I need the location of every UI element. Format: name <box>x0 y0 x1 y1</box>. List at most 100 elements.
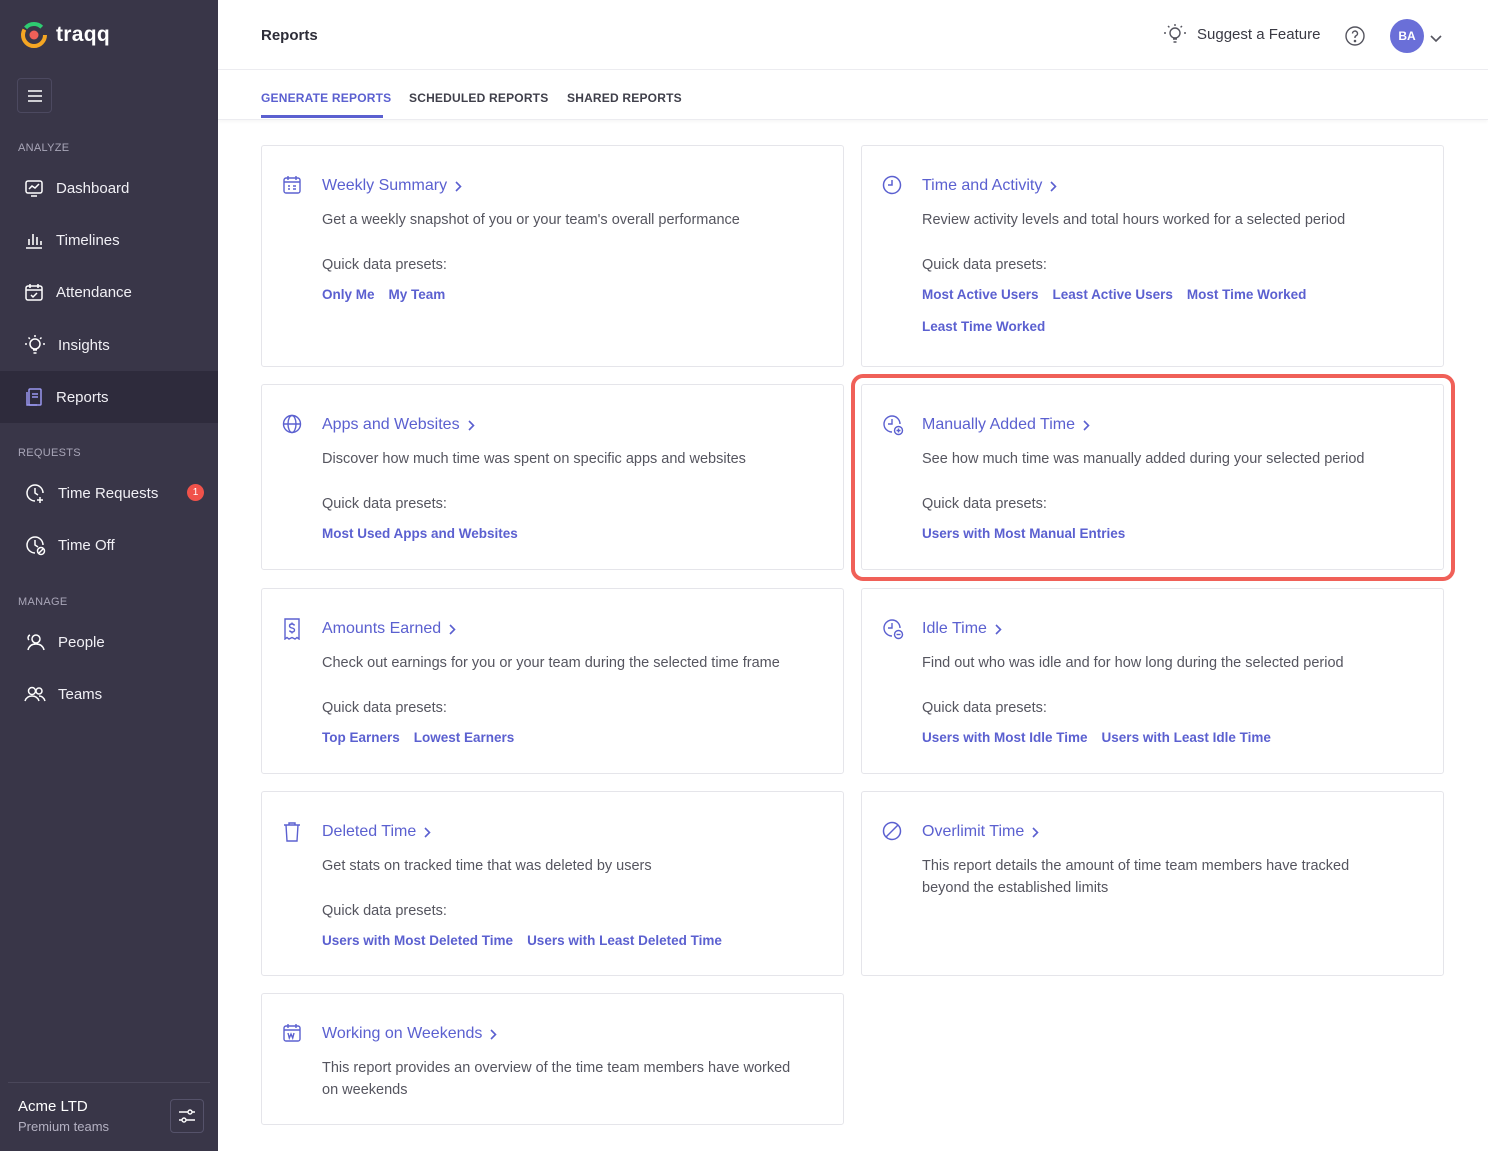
sidebar-item-label: Reports <box>56 388 109 406</box>
preset-link[interactable]: Least Time Worked <box>922 319 1045 334</box>
chevron-right-icon <box>1032 826 1039 838</box>
sidebar-item-timelines[interactable]: Timelines <box>0 214 218 266</box>
page-title: Reports <box>261 27 318 44</box>
report-title: Apps and Websites <box>322 416 460 433</box>
report-card-working-on-weekends: Working on Weekends This report provides… <box>261 993 844 1125</box>
reports-tabs: GENERATE REPORTS SCHEDULED REPORTS SHARE… <box>218 70 1488 120</box>
tab-shared-reports[interactable]: SHARED REPORTS <box>567 91 682 105</box>
sidebar-item-attendance[interactable]: Attendance <box>0 266 218 318</box>
report-card-amounts-earned: Amounts Earned Check out earnings for yo… <box>261 588 844 774</box>
hamburger-icon <box>27 89 42 102</box>
reports-icon <box>26 388 42 406</box>
sidebar-item-insights[interactable]: Insights <box>0 319 218 371</box>
preset-link[interactable]: Users with Least Idle Time <box>1102 730 1271 745</box>
sidebar: traqq ANALYZE Dashboard Timelines Attend… <box>0 0 218 1151</box>
report-title-link[interactable]: Overlimit Time <box>922 823 1039 841</box>
app-name: traqq <box>56 23 110 46</box>
sidebar-item-time-off[interactable]: Time Off <box>0 519 218 571</box>
preset-link[interactable]: Users with Most Deleted Time <box>322 933 513 948</box>
lightbulb-icon <box>1164 24 1186 43</box>
report-description: Review activity levels and total hours w… <box>922 212 1346 228</box>
tab-generate-reports[interactable]: GENERATE REPORTS <box>261 91 391 105</box>
globe-icon <box>282 414 302 434</box>
help-button[interactable] <box>1344 25 1366 52</box>
sidebar-item-dashboard[interactable]: Dashboard <box>0 162 218 214</box>
sidebar-item-label: Timelines <box>56 231 120 249</box>
report-title-link[interactable]: Amounts Earned <box>322 620 456 638</box>
preset-link[interactable]: Most Time Worked <box>1187 287 1307 302</box>
user-avatar[interactable]: BA <box>1390 19 1424 53</box>
preset-link[interactable]: My Team <box>389 287 446 302</box>
section-label-analyze: ANALYZE <box>18 142 70 154</box>
clock-add-icon <box>883 415 904 436</box>
presets-list: Most Used Apps and Websites <box>322 526 842 541</box>
calendar-list-icon <box>283 176 301 194</box>
sidebar-footer-divider <box>8 1082 210 1083</box>
suggest-feature-button[interactable]: Suggest a Feature <box>1163 22 1320 46</box>
report-card-idle-time: Idle Time Find out who was idle and for … <box>861 588 1444 774</box>
presets-list: Users with Most Deleted Time Users with … <box>322 933 842 948</box>
account-menu-toggle[interactable] <box>1430 30 1442 48</box>
report-description: This report details the amount of time t… <box>922 858 1350 896</box>
dashboard-icon <box>25 180 43 197</box>
report-card-apps-and-websites: Apps and Websites Discover how much time… <box>261 384 844 570</box>
preset-link[interactable]: Users with Most Idle Time <box>922 730 1088 745</box>
report-title-link[interactable]: Apps and Websites <box>322 416 475 434</box>
report-title: Amounts Earned <box>322 620 442 637</box>
sidebar-item-time-requests[interactable]: Time Requests <box>0 467 218 519</box>
menu-toggle-button[interactable] <box>17 78 52 113</box>
report-title: Idle Time <box>922 620 987 637</box>
report-card-weekly-summary: Weekly Summary Get a weekly snapshot of … <box>261 145 844 367</box>
sidebar-item-label: People <box>58 633 105 651</box>
trash-icon <box>284 822 300 842</box>
preset-link[interactable]: Lowest Earners <box>414 730 515 745</box>
presets-label: Quick data presets: <box>922 496 1047 512</box>
tab-scheduled-reports[interactable]: SCHEDULED REPORTS <box>409 91 548 105</box>
report-title: Working on Weekends <box>322 1025 483 1042</box>
prohibited-icon <box>882 821 902 841</box>
chevron-right-icon <box>995 623 1002 635</box>
app-logo[interactable]: traqq <box>20 18 110 52</box>
people-icon <box>27 634 45 651</box>
teams-icon <box>24 686 46 702</box>
presets-label: Quick data presets: <box>322 903 447 919</box>
presets-label: Quick data presets: <box>922 700 1047 716</box>
clock-icon <box>882 175 902 195</box>
clock-plus-icon <box>26 484 44 503</box>
report-title-link[interactable]: Weekly Summary <box>322 177 462 195</box>
chevron-right-icon <box>1050 180 1057 192</box>
report-title-link[interactable]: Deleted Time <box>322 823 431 841</box>
preset-link[interactable]: Most Used Apps and Websites <box>322 526 518 541</box>
preset-link[interactable]: Top Earners <box>322 730 400 745</box>
sidebar-item-label: Time Requests <box>58 484 159 502</box>
report-title-link[interactable]: Working on Weekends <box>322 1025 498 1043</box>
sidebar-item-label: Teams <box>58 685 103 703</box>
report-title-link[interactable]: Manually Added Time <box>922 416 1090 434</box>
presets-list: Top Earners Lowest Earners <box>322 730 842 745</box>
preset-link[interactable]: Only Me <box>322 287 375 302</box>
report-title-link[interactable]: Idle Time <box>922 620 1002 638</box>
report-card-deleted-time: Deleted Time Get stats on tracked time t… <box>261 791 844 976</box>
preset-link[interactable]: Most Active Users <box>922 287 1039 302</box>
organization-settings-button[interactable] <box>170 1099 204 1133</box>
report-title: Overlimit Time <box>922 823 1025 840</box>
preset-link[interactable]: Users with Least Deleted Time <box>527 933 722 948</box>
notification-badge: 1 <box>187 484 204 501</box>
presets-list: Users with Most Manual Entries <box>922 526 1442 541</box>
preset-link[interactable]: Least Active Users <box>1053 287 1173 302</box>
sidebar-item-people[interactable]: People <box>0 616 218 668</box>
chevron-right-icon <box>490 1028 498 1040</box>
sidebar-item-label: Dashboard <box>56 179 130 197</box>
preset-link[interactable]: Users with Most Manual Entries <box>922 526 1125 541</box>
organization-plan: Premium teams <box>18 1119 110 1134</box>
clock-minus-icon <box>883 619 904 640</box>
presets-label: Quick data presets: <box>322 700 447 716</box>
sidebar-item-reports[interactable]: Reports <box>0 371 218 423</box>
report-title-link[interactable]: Time and Activity <box>922 177 1057 195</box>
report-card-manually-added-time: Manually Added Time See how much time wa… <box>861 384 1444 570</box>
presets-label: Quick data presets: <box>322 496 447 512</box>
sliders-icon <box>179 1109 195 1123</box>
report-description: Get a weekly snapshot of you or your tea… <box>322 212 740 228</box>
sidebar-item-teams[interactable]: Teams <box>0 668 218 720</box>
section-label-requests: REQUESTS <box>18 447 81 459</box>
